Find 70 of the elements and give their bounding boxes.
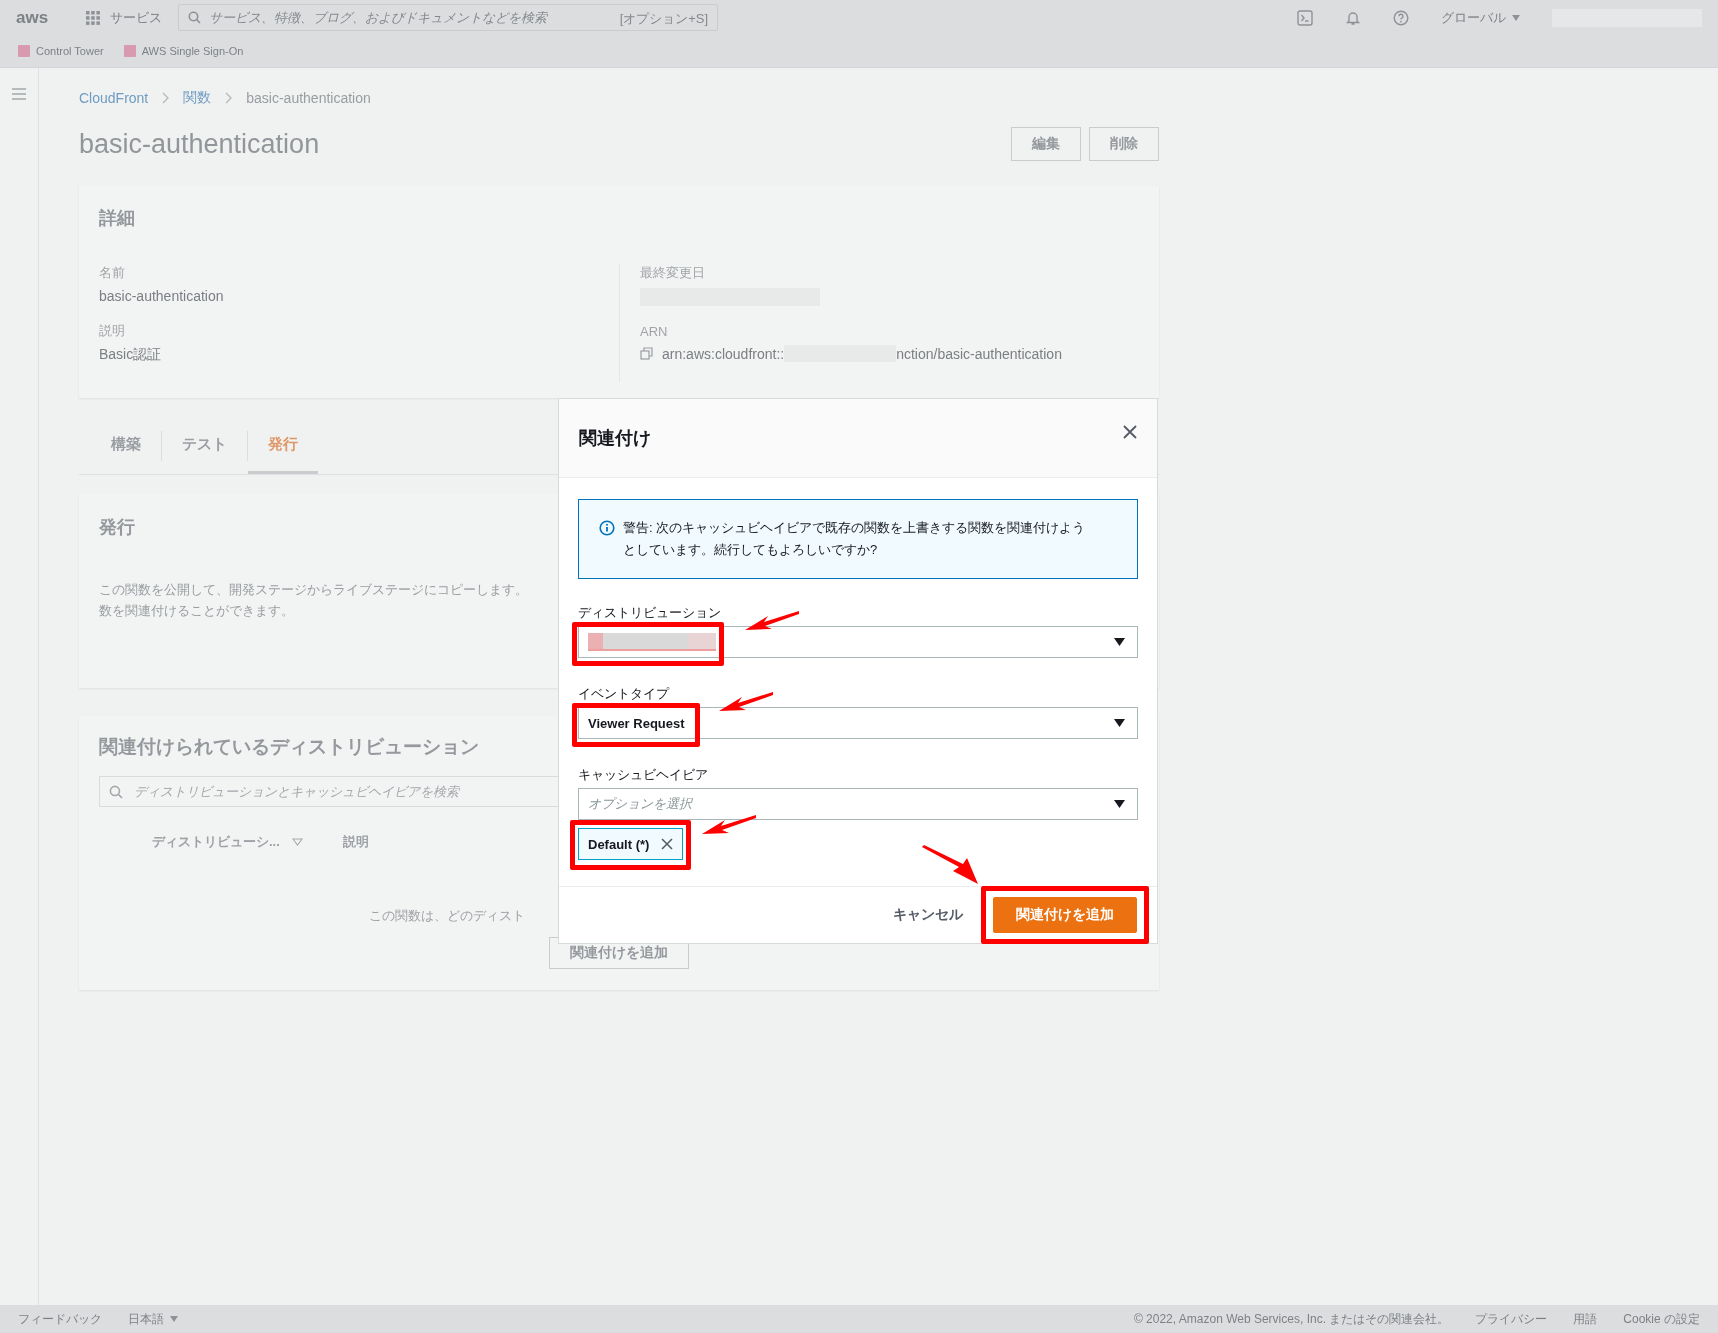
select-field[interactable] (578, 626, 1138, 658)
copyright-text: © 2022, Amazon Web Services, Inc. またはその関連会社。 (1133, 1310, 1450, 1328)
breadcrumb[interactable]: 関数 (183, 89, 212, 107)
description-text: この関数を公開して、開発ステージからライブステージにコピーします。 (99, 582, 528, 597)
column-header[interactable]: ディストリビューシ... (152, 833, 280, 851)
add-association-button[interactable]: 関連付けを追加 (993, 897, 1137, 933)
caret-icon (1114, 719, 1125, 727)
caret-icon (1114, 800, 1125, 808)
header-button[interactable]: 編集 (1011, 127, 1081, 161)
services-menu[interactable]: サービス (110, 8, 163, 27)
select-field[interactable]: オプションを選択 (578, 788, 1138, 820)
field-label: 最終変更日 (640, 264, 705, 282)
field-label: 名前 (99, 264, 125, 282)
favorite-link[interactable]: Control Tower (18, 45, 104, 57)
empty-state-text: この関数は、どのディスト (369, 907, 525, 925)
logo[interactable]: aws (16, 7, 49, 28)
copy-icon[interactable] (640, 347, 653, 360)
field-value: basic-authentication (99, 288, 224, 304)
chevron-icon (225, 92, 233, 104)
arn-value-end: nction/basic-authentication (896, 345, 1062, 362)
service-icon (123, 45, 136, 57)
page-title: basic-authentication (79, 128, 320, 160)
cancel-button[interactable]: キャンセル (889, 900, 967, 930)
grid-icon[interactable] (86, 10, 101, 25)
help-icon[interactable] (1393, 9, 1409, 26)
search-icon (188, 11, 202, 24)
search-icon (109, 785, 123, 799)
language-menu[interactable]: 日本語 (128, 1310, 164, 1328)
caret-icon (170, 1316, 178, 1322)
select-field[interactable]: Viewer Request (578, 707, 1138, 739)
caret-icon (1512, 14, 1520, 21)
tab[interactable]: 構築 (91, 418, 161, 474)
annotation-arrow (921, 845, 979, 885)
tab[interactable]: テスト (162, 418, 247, 474)
footer-link[interactable]: プライバシー (1475, 1310, 1548, 1328)
chevron-icon (162, 92, 170, 104)
card-title: 関連付けられているディストリビューション (99, 735, 479, 759)
close-icon[interactable] (1123, 425, 1137, 439)
header-button[interactable]: 削除 (1089, 127, 1159, 161)
field-label: イベントタイプ (578, 685, 669, 703)
card-title: 発行 (99, 516, 135, 539)
column-header: 説明 (342, 833, 369, 851)
field-label: ディストリビューション (578, 604, 721, 622)
breadcrumb[interactable]: CloudFront (79, 90, 149, 106)
menu-icon[interactable] (12, 88, 26, 100)
shortcut-hint: [オプション+S] (619, 10, 709, 28)
sort-icon[interactable] (291, 838, 303, 846)
breadcrumb: basic-authentication (246, 90, 371, 106)
description-text: 数を関連付けることができます。 (99, 603, 294, 618)
feedback-link[interactable]: フィードバック (18, 1310, 102, 1328)
card-title: 詳細 (99, 207, 135, 230)
info-icon (599, 520, 615, 536)
footer-link[interactable]: 用語 (1573, 1310, 1598, 1328)
remove-icon[interactable] (661, 838, 674, 850)
field-label: 説明 (99, 322, 125, 340)
field-label: キャッシュビヘイビア (578, 766, 708, 784)
field-label: ARN (640, 324, 668, 339)
region-menu[interactable]: グローバル (1441, 8, 1506, 27)
terminal-icon[interactable] (1297, 9, 1313, 26)
service-icon (18, 45, 30, 57)
tab[interactable]: 発行 (248, 418, 318, 474)
warning-text: 警告: 次のキャッシュビヘイビアで既存の関数を上書きする関数を関連付けようとしています。続行してもよろしいですか? (623, 519, 1087, 559)
favorite-link[interactable]: AWS Single Sign-On (123, 45, 244, 57)
bell-icon[interactable] (1345, 9, 1361, 26)
field-value: Basic認証 (99, 346, 162, 364)
footer-link[interactable]: Cookie の設定 (1623, 1310, 1700, 1328)
arn-value-start: arn:aws:cloudfront:: (662, 345, 785, 362)
caret-icon (1114, 638, 1125, 646)
dialog-title: 関連付け (579, 427, 651, 450)
token-label: Default (*) (588, 836, 650, 852)
